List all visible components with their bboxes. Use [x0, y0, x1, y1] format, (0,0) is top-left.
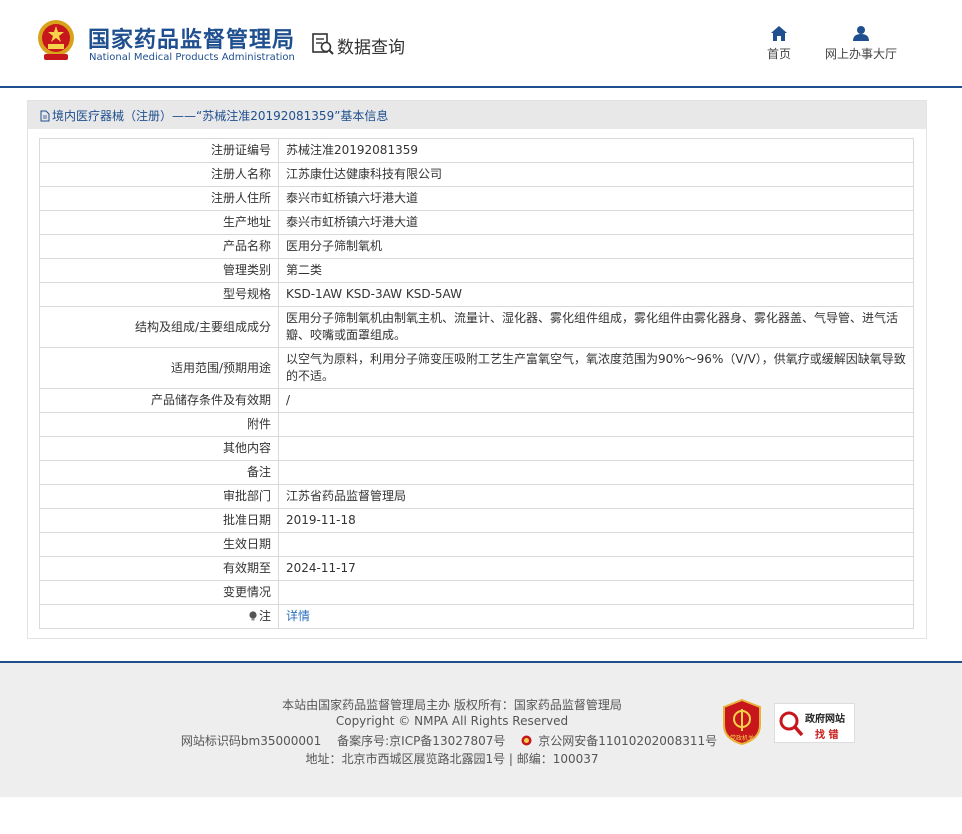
row-label: 生效日期	[39, 532, 279, 557]
row-label: 有效期至	[39, 556, 279, 581]
magnifier-icon	[779, 711, 804, 737]
row-value: 江苏省药品监督管理局	[278, 484, 914, 509]
details-link[interactable]: 详情	[286, 609, 310, 623]
row-value: 泰兴市虹桥镇六圩港大道	[278, 210, 914, 235]
footer-icp[interactable]: 备案序号:京ICP备13027807号	[337, 734, 505, 748]
row-label: 注册人住所	[39, 186, 279, 211]
row-value: KSD-1AW KSD-3AW KSD-5AW	[278, 282, 914, 307]
row-label: 注册人名称	[39, 162, 279, 187]
table-row: 产品储存条件及有效期 /	[39, 388, 914, 413]
table-row: 结构及组成/主要组成成分 医用分子筛制氧机由制氧主机、流量计、湿化器、雾化组件组成…	[39, 306, 914, 348]
table-row: 生产地址 泰兴市虹桥镇六圩港大道	[39, 210, 914, 235]
row-value	[278, 580, 914, 605]
registration-info-table: 注册证编号 苏械注准20192081359 注册人名称 江苏康仕达健康科技有限公司 注册…	[39, 138, 914, 629]
home-icon	[771, 26, 787, 41]
party-badge-label: 党政机关	[730, 734, 754, 742]
row-label: 管理类别	[39, 258, 279, 283]
note-label: 注	[258, 609, 271, 623]
row-label: 注册证编号	[39, 138, 279, 163]
party-government-badge-icon[interactable]: 党政机关	[722, 699, 762, 745]
table-row: 型号规格 KSD-1AW KSD-3AW KSD-5AW	[39, 282, 914, 307]
bulb-icon	[249, 611, 257, 621]
row-value: 医用分子筛制氧机由制氧主机、流量计、湿化器、雾化组件组成，雾化组件由雾化器身、雾…	[278, 306, 914, 348]
table-row: 批准日期 2019-11-18	[39, 508, 914, 533]
footer-address: 地址：北京市西城区展览路北露园1号 | 邮编：100037	[305, 752, 599, 766]
section-title: 数据查询	[337, 38, 405, 58]
row-value	[278, 412, 914, 437]
table-row: 变更情况	[39, 580, 914, 605]
footer-sponsor: 本站由国家药品监督管理局主办 版权所有：国家药品监督管理局	[282, 698, 622, 712]
document-icon	[40, 110, 50, 122]
table-row: 附件	[39, 412, 914, 437]
row-label-note: 注	[39, 604, 279, 629]
row-value: 以空气为原料，利用分子筛变压吸附工艺生产富氧空气，氧浓度范围为90%～96%（V…	[278, 347, 914, 389]
row-label: 其他内容	[39, 436, 279, 461]
row-label: 备注	[39, 460, 279, 485]
nav-home[interactable]: 首页	[763, 26, 795, 62]
footer-site-id: 网站标识码bm35000001	[180, 734, 322, 748]
table-row-note: 注 详情	[39, 604, 914, 629]
table-row: 注册证编号 苏械注准20192081359	[39, 138, 914, 163]
row-value	[278, 436, 914, 461]
row-label: 适用范围/预期用途	[39, 347, 279, 389]
user-icon	[853, 26, 869, 41]
nav-online-service-hall[interactable]: 网上办事大厅	[822, 26, 900, 62]
row-value: 泰兴市虹桥镇六圩港大道	[278, 186, 914, 211]
logo-title-en[interactable]: National Medical Products Administration	[89, 52, 295, 63]
row-label: 生产地址	[39, 210, 279, 235]
row-value: 2019-11-18	[278, 508, 914, 533]
footer-copyright: Copyright © NMPA All Rights Reserved	[335, 714, 569, 728]
panel-header: 境内医疗器械（注册）——“苏械注准20192081359”基本信息	[28, 101, 926, 129]
row-value: 江苏康仕达健康科技有限公司	[278, 162, 914, 187]
nav-hall-label: 网上办事大厅	[824, 47, 897, 61]
site-header: 国家药品监督管理局 National Medical Products Admi…	[0, 0, 962, 86]
footer-registration: 网站标识码bm35000001 备案序号:京ICP备13027807号 京公网安…	[0, 732, 904, 749]
row-label: 变更情况	[39, 580, 279, 605]
row-label: 结构及组成/主要组成成分	[39, 306, 279, 348]
gov-site-error-badge[interactable]: 政府网站 找 错	[774, 703, 855, 743]
breadcrumb: 境内医疗器械（注册）——“苏械注准20192081359”基本信息	[40, 107, 388, 124]
site-footer: 本站由国家药品监督管理局主办 版权所有：国家药品监督管理局 Copyright …	[0, 663, 962, 797]
gov-badge-title: 政府网站	[805, 714, 845, 725]
footer-police-record[interactable]: 京公网安备11010202008311号	[521, 734, 723, 748]
row-value: 第二类	[278, 258, 914, 283]
gov-badge-sub: 找 错	[815, 730, 839, 741]
row-value: /	[278, 388, 914, 413]
table-row: 生效日期	[39, 532, 914, 557]
table-row: 管理类别 第二类	[39, 258, 914, 283]
row-value: 2024-11-17	[278, 556, 914, 581]
detail-panel: 境内医疗器械（注册）——“苏械注准20192081359”基本信息 注册证编号苏…	[27, 100, 927, 639]
table-row: 注册人住所 泰兴市虹桥镇六圩港大道	[39, 186, 914, 211]
row-value	[278, 460, 914, 485]
data-query-icon	[312, 33, 334, 55]
row-label: 审批部门	[39, 484, 279, 509]
table-row: 备注	[39, 460, 914, 485]
row-label: 附件	[39, 412, 279, 437]
table-row: 注册人名称 江苏康仕达健康科技有限公司	[39, 162, 914, 187]
footer-police-text: 京公网安备11010202008311号	[538, 734, 718, 748]
row-value: 医用分子筛制氧机	[278, 234, 914, 259]
table-row: 其他内容	[39, 436, 914, 461]
police-badge-icon	[521, 735, 532, 746]
row-label: 型号规格	[39, 282, 279, 307]
nav-home-label: 首页	[766, 47, 791, 61]
row-label: 产品名称	[39, 234, 279, 259]
table-row: 产品名称 医用分子筛制氧机	[39, 234, 914, 259]
logo-title-cn[interactable]: 国家药品监督管理局	[88, 22, 295, 54]
breadcrumb-text: 境内医疗器械（注册）——“苏械注准20192081359”基本信息	[52, 109, 389, 123]
table-row: 有效期至 2024-11-17	[39, 556, 914, 581]
table-row: 适用范围/预期用途 以空气为原料，利用分子筛变压吸附工艺生产富氧空气，氧浓度范围为…	[39, 347, 914, 389]
row-value: 苏械注准20192081359	[278, 138, 914, 163]
row-label: 产品储存条件及有效期	[39, 388, 279, 413]
national-emblem-icon	[38, 20, 74, 60]
row-value	[278, 532, 914, 557]
table-row: 审批部门 江苏省药品监督管理局	[39, 484, 914, 509]
header-divider	[0, 86, 962, 88]
row-value-note: 详情	[278, 604, 914, 629]
row-label: 批准日期	[39, 508, 279, 533]
